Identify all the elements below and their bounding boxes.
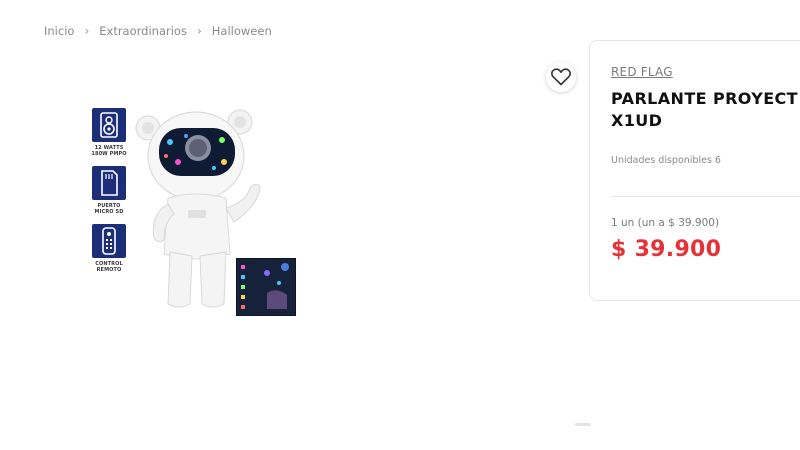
feature-micro-sd: PUERTO MICRO SD (88, 166, 130, 215)
product-title: PARLANTE PROYECT X1UD (611, 89, 798, 130)
favorite-button[interactable] (546, 62, 576, 92)
product-image[interactable]: 12 WATTS 180W PMPO PUERTO MICRO SD CONTR… (88, 104, 300, 318)
chevron-right-icon: › (196, 24, 202, 38)
product-page: Inicio › Extraordinarios › Halloween 12 … (0, 0, 800, 450)
divider (611, 196, 800, 197)
feature-caption: PUERTO MICRO SD (94, 203, 124, 215)
speaker-icon (92, 108, 126, 142)
breadcrumb-item-halloween[interactable]: Halloween (212, 24, 272, 38)
micro-sd-icon (92, 166, 126, 200)
unit-price-text: 1 un (un a $ 39.900) (611, 217, 720, 229)
remote-control-icon (92, 224, 126, 258)
feature-caption: CONTROL REMOTO (95, 261, 123, 273)
feature-speaker: 12 WATTS 180W PMPO (88, 108, 130, 157)
product-price: $ 39.900 (611, 237, 722, 262)
product-info-card: RED FLAG PARLANTE PROYECT X1UD Unidades … (589, 40, 800, 301)
breadcrumb-item-extraordinarios[interactable]: Extraordinarios (99, 24, 187, 38)
stock-available-text: Unidades disponibles 6 (611, 155, 721, 166)
heart-icon (551, 68, 571, 86)
breadcrumb: Inicio › Extraordinarios › Halloween (44, 24, 272, 38)
brand-link[interactable]: RED FLAG (611, 65, 673, 79)
breadcrumb-item-inicio[interactable]: Inicio (44, 24, 74, 38)
feature-remote: CONTROL REMOTO (88, 224, 130, 273)
chevron-right-icon: › (84, 24, 90, 38)
carousel-indicator[interactable] (575, 423, 591, 426)
feature-caption: 12 WATTS 180W PMPO (91, 145, 127, 157)
projection-preview-image (236, 258, 296, 316)
